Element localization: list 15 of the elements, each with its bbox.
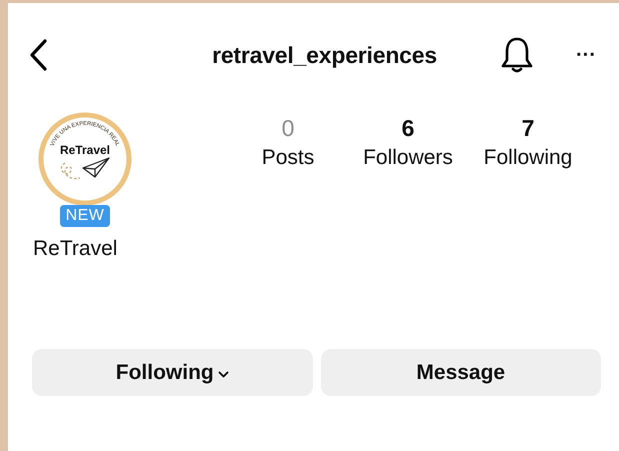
stat-label[interactable]: Followers [363,146,453,170]
back-icon[interactable] [29,39,47,71]
stat-label[interactable]: Posts [262,146,314,170]
new-badge: NEW [60,205,110,227]
stat-count: 0 [282,115,294,142]
stat-label[interactable]: Following [484,146,572,170]
bell-icon[interactable] [500,37,534,73]
caret-icon [218,370,229,378]
message-button[interactable]: Message [320,349,601,396]
profile-username: retravel_experiences [211,42,438,68]
profile-name: ReTravel [33,237,118,261]
stat-count: 6 [402,115,414,142]
more-options-button[interactable]: ··· [576,44,596,66]
stat-count: 7 [522,115,534,142]
following-button[interactable]: Following [32,349,312,396]
